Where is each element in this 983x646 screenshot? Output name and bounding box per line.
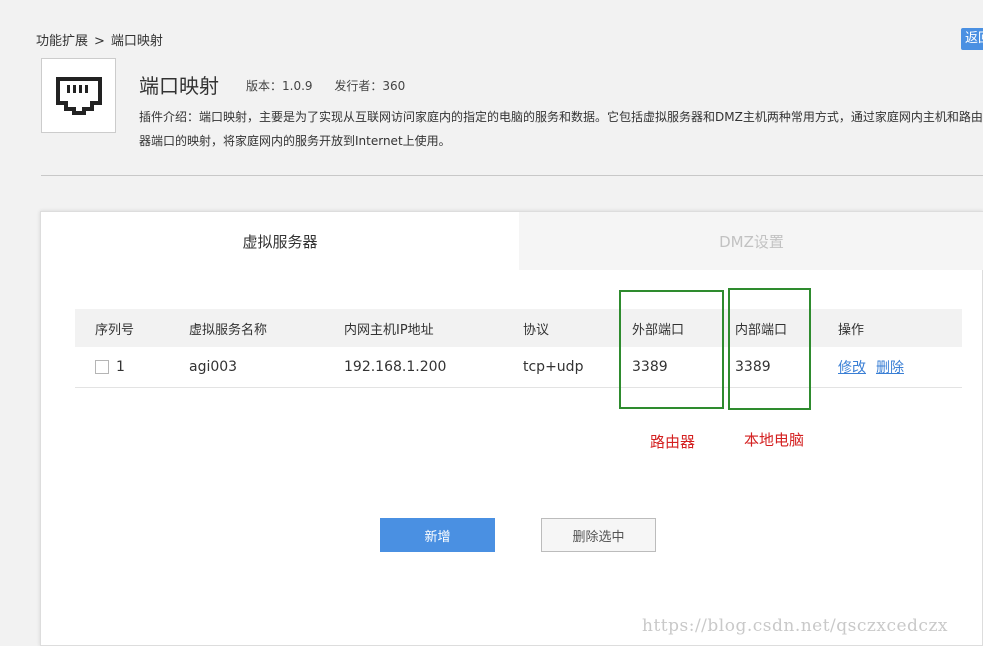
table-header: 序列号 虚拟服务名称 内网主机IP地址 协议 外部端口 内部端口 操作 xyxy=(75,309,962,347)
breadcrumb-current: 端口映射 xyxy=(110,34,163,49)
plugin-version: 版本：1.0.9 xyxy=(246,79,313,93)
edit-link[interactable]: 修改 xyxy=(838,357,866,377)
delete-link[interactable]: 删除 xyxy=(876,357,904,377)
row-checkbox[interactable] xyxy=(95,360,109,374)
col-header-protocol: 协议 xyxy=(523,322,550,338)
add-button[interactable]: 新增 xyxy=(380,518,495,552)
breadcrumb: 功能扩展 > 端口映射 xyxy=(36,30,163,49)
page-title: 端口映射 xyxy=(139,74,219,98)
delete-selected-button[interactable]: 删除选中 xyxy=(541,518,656,552)
col-header-name: 虚拟服务名称 xyxy=(189,322,268,338)
annotation-local-pc: 本地电脑 xyxy=(744,431,805,449)
row-actions: 修改 删除 xyxy=(838,347,904,387)
col-header-actions: 操作 xyxy=(838,322,865,338)
ethernet-port-icon xyxy=(41,58,116,133)
col-header-index: 序列号 xyxy=(95,322,135,338)
col-header-ip: 内网主机IP地址 xyxy=(344,322,434,338)
plugin-publisher: 发行者：360 xyxy=(334,79,406,93)
row-index: 1 xyxy=(116,359,125,375)
watermark: https://blog.csdn.net/qsczxcedczx xyxy=(642,616,948,636)
breadcrumb-parent[interactable]: 功能扩展 xyxy=(36,34,88,49)
row-ip: 192.168.1.200 xyxy=(344,359,447,375)
table-row: 1 agi003 192.168.1.200 tcp+udp 3389 3389… xyxy=(75,347,962,388)
port-mapping-panel: 虚拟服务器 DMZ设置 序列号 虚拟服务名称 内网主机IP地址 协议 外部端口 … xyxy=(40,211,983,646)
plugin-meta: 版本：1.0.9 发行者：360 xyxy=(246,77,405,94)
tab-virtual-server[interactable]: 虚拟服务器 xyxy=(41,212,519,270)
divider xyxy=(41,175,983,176)
row-index-cell: 1 xyxy=(95,347,125,387)
row-name: agi003 xyxy=(189,359,238,375)
internal-port-highlight-box xyxy=(728,288,811,410)
plugin-description: 插件介绍：端口映射，主要是为了实现从互联网访问家庭内的指定的电脑的服务和数据。它… xyxy=(139,110,983,148)
breadcrumb-separator: > xyxy=(94,34,105,49)
external-port-highlight-box xyxy=(619,290,724,409)
return-button[interactable]: 返回 xyxy=(961,28,983,50)
annotation-router: 路由器 xyxy=(650,433,696,451)
row-protocol: tcp+udp xyxy=(523,359,584,375)
tab-dmz-settings[interactable]: DMZ设置 xyxy=(519,212,983,270)
